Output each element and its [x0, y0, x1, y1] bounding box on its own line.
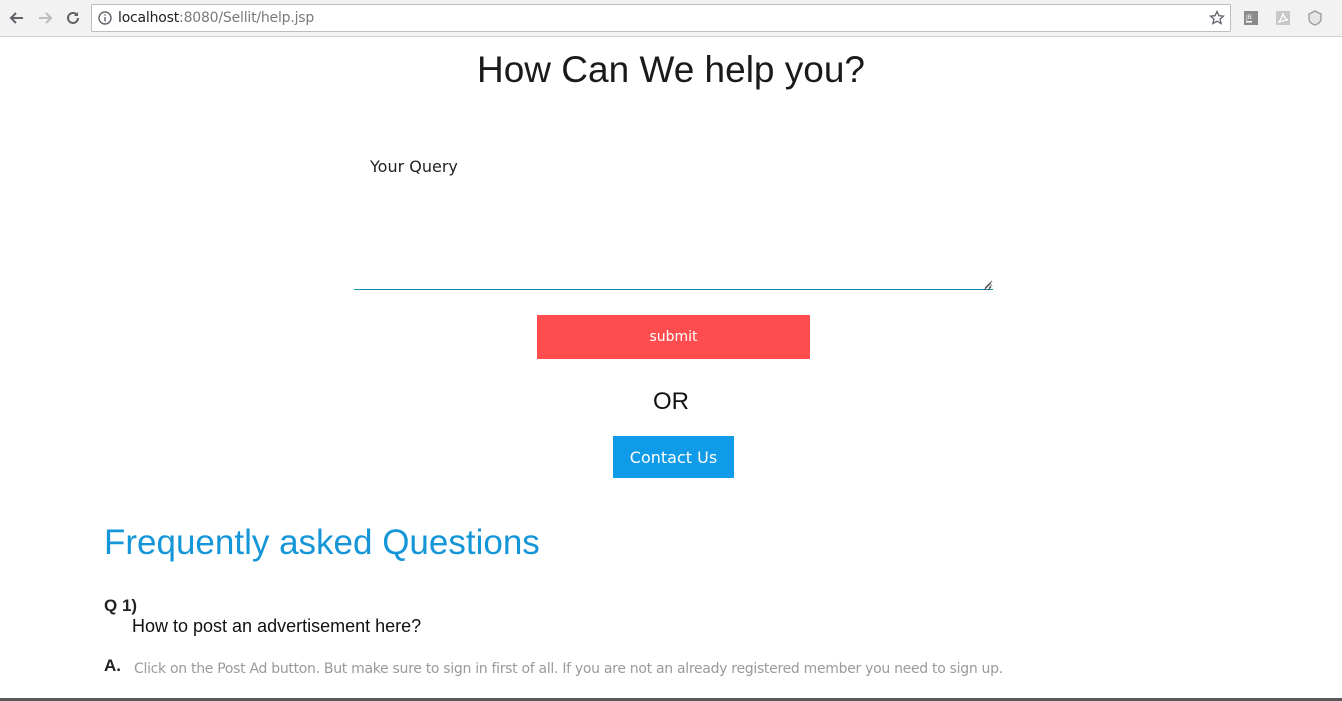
shield-extension-icon[interactable]	[1307, 10, 1323, 26]
url-text[interactable]: localhost:8080/Sellit/help.jsp	[118, 10, 314, 26]
or-divider-text: OR	[653, 388, 689, 415]
star-icon[interactable]	[1208, 9, 1226, 31]
svg-text:JB: JB	[1245, 14, 1252, 21]
answer-label: A.	[104, 656, 121, 675]
answer-text: Click on the Post Ad button. But make su…	[134, 661, 1003, 677]
back-arrow-icon[interactable]	[8, 9, 26, 27]
browser-toolbar: localhost:8080/Sellit/help.jsp JB	[0, 0, 1342, 37]
forward-arrow-icon[interactable]	[36, 9, 54, 27]
reload-icon[interactable]	[64, 9, 82, 27]
question-label: Q 1)	[104, 596, 138, 615]
question-text: How to post an advertisement here?	[132, 616, 422, 636]
page-title: How Can We help you?	[476, 49, 866, 90]
resize-grip-icon[interactable]	[982, 278, 992, 296]
url-path: :8080/Sellit/help.jsp	[179, 10, 315, 26]
address-bar[interactable]: localhost:8080/Sellit/help.jsp	[91, 4, 1231, 32]
faq-heading: Frequently asked Questions	[104, 523, 540, 562]
pdf-extension-icon[interactable]	[1275, 10, 1291, 26]
submit-button[interactable]: submit	[537, 315, 810, 359]
url-host: localhost	[118, 10, 180, 26]
query-textarea[interactable]	[354, 146, 993, 290]
info-icon[interactable]	[98, 11, 112, 30]
jb-extension-icon[interactable]: JB	[1243, 10, 1259, 26]
contact-us-button[interactable]: Contact Us	[613, 436, 734, 478]
